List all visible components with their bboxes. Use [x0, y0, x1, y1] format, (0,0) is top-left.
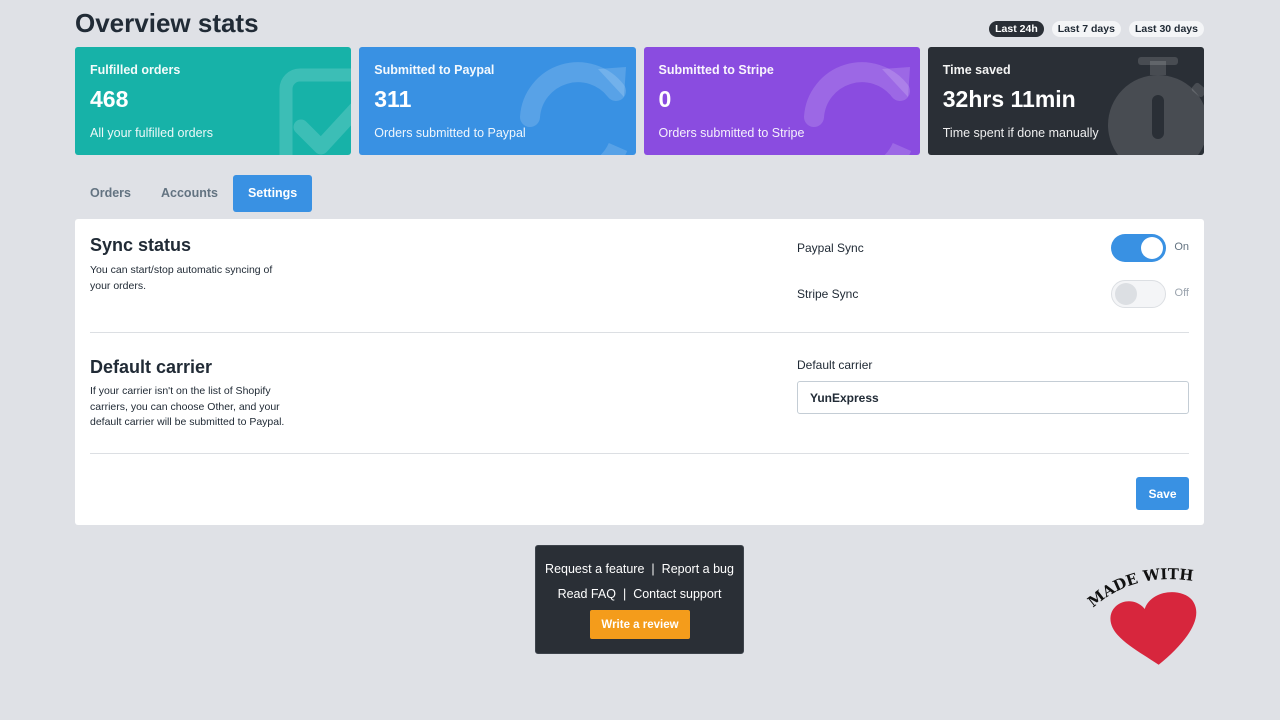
toggle-knob	[1115, 283, 1137, 305]
stat-value: 32hrs 11min	[942, 86, 1076, 112]
stat-desc: Time spent if done manually	[942, 126, 1099, 140]
contact-support-link[interactable]: Contact support	[633, 587, 721, 601]
stat-desc: Orders submitted to Stripe	[658, 126, 805, 140]
time-range-selector: Last 24h Last 7 days Last 30 days	[989, 21, 1204, 37]
stat-card-time-saved: Time saved 32hrs 11min Time spent if don…	[927, 47, 1204, 155]
stat-title: Submitted to Stripe	[658, 63, 774, 77]
tab-accounts[interactable]: Accounts	[146, 175, 233, 212]
main-container: Overview stats Last 24h Last 7 days Last…	[75, 0, 1204, 525]
range-last-7-days[interactable]: Last 7 days	[1051, 21, 1121, 37]
paypal-sync-label: Paypal Sync	[797, 241, 864, 255]
stat-cards: Fulfilled orders 468 All your fulfilled …	[75, 47, 1204, 155]
range-last-30-days[interactable]: Last 30 days	[1128, 21, 1204, 37]
section-title: Default carrier	[90, 357, 213, 377]
stat-desc: Orders submitted to Paypal	[374, 126, 526, 140]
stripe-sync-row: Stripe Sync Off	[797, 280, 1189, 308]
paypal-sync-state: On	[1174, 241, 1189, 253]
save-button[interactable]: Save	[1136, 477, 1189, 510]
stat-card-fulfilled: Fulfilled orders 468 All your fulfilled …	[75, 47, 352, 155]
read-faq-link[interactable]: Read FAQ	[558, 587, 616, 601]
range-last-24h[interactable]: Last 24h	[989, 21, 1044, 37]
section-description: You can start/stop automatic syncing of …	[90, 264, 273, 292]
carrier-field-label: Default carrier	[797, 358, 873, 372]
paypal-sync-toggle[interactable]	[1111, 234, 1166, 262]
separator: |	[651, 562, 655, 576]
footer-line: Read FAQ | Contact support	[536, 587, 743, 601]
made-with-love-badge: MADE WITH	[1085, 565, 1197, 665]
stat-value: 311	[374, 86, 412, 112]
section-title: Sync status	[90, 235, 192, 255]
section-description: If your carrier isn't on the list of Sho…	[90, 385, 285, 428]
stripe-sync-toggle[interactable]	[1111, 280, 1166, 308]
footer-links-box: Request a feature | Report a bug Read FAQ |…	[535, 545, 744, 654]
stat-title: Time saved	[942, 63, 1011, 77]
stripe-sync-state: Off	[1174, 287, 1189, 299]
sync-status-section: Sync status You can start/stop automatic…	[90, 219, 1189, 333]
tab-orders[interactable]: Orders	[75, 175, 146, 212]
tab-bar: Orders Accounts Settings	[75, 175, 1204, 212]
tab-settings[interactable]: Settings	[232, 175, 313, 212]
page-title: Overview stats	[75, 8, 259, 38]
report-bug-link[interactable]: Report a bug	[662, 562, 734, 576]
request-feature-link[interactable]: Request a feature	[545, 562, 644, 576]
stat-desc: All your fulfilled orders	[90, 126, 213, 140]
footer-line: Request a feature | Report a bug	[536, 562, 743, 576]
stat-title: Fulfilled orders	[90, 63, 181, 77]
separator: |	[622, 587, 627, 601]
default-carrier-section: Default carrier If your carrier isn't on…	[90, 333, 1189, 454]
stat-value: 0	[658, 86, 672, 112]
write-review-button[interactable]: Write a review	[590, 610, 690, 639]
default-carrier-input[interactable]	[797, 381, 1189, 414]
toggle-knob	[1141, 237, 1163, 259]
settings-panel: Sync status You can start/stop automatic…	[75, 219, 1204, 525]
heart-icon	[1110, 592, 1197, 665]
stat-card-stripe: Submitted to Stripe 0 Orders submitted t…	[643, 47, 920, 155]
stat-title: Submitted to Paypal	[374, 63, 495, 77]
header: Overview stats Last 24h Last 7 days Last…	[75, 0, 1204, 46]
stat-value: 468	[90, 86, 129, 112]
stripe-sync-label: Stripe Sync	[797, 287, 859, 301]
stat-card-paypal: Submitted to Paypal 311 Orders submitted…	[359, 47, 636, 155]
paypal-sync-row: Paypal Sync On	[797, 234, 1189, 262]
